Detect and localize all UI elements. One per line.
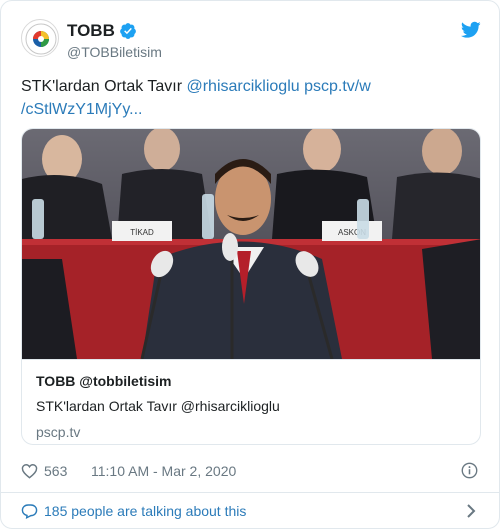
avatar[interactable] xyxy=(21,19,59,57)
author-info[interactable]: TOBB @TOBBiletisim xyxy=(67,21,162,60)
verified-badge-icon xyxy=(119,23,136,39)
url-link-part1[interactable]: pscp.tv/w xyxy=(304,78,371,95)
heart-icon[interactable] xyxy=(21,463,38,479)
card-body[interactable]: TOBB @tobbiletisim STK'lardan Ortak Tavı… xyxy=(22,359,480,444)
twitter-bird-icon[interactable] xyxy=(461,21,481,39)
card-media-image[interactable]: TİKAD ASKON xyxy=(22,129,480,359)
talking-count-text[interactable]: 185 people are talking about this xyxy=(44,503,246,519)
comment-icon xyxy=(21,504,38,519)
card-description: STK'lardan Ortak Tavır @rhisarciklioglu xyxy=(36,398,280,414)
tweet-header: TOBB @TOBBiletisim xyxy=(21,17,481,65)
tweet-text: STK'lardan Ortak Tavır @rhisarciklioglu … xyxy=(21,75,481,121)
mention-link[interactable]: @rhisarciklioglu xyxy=(186,78,299,95)
handle[interactable]: @TOBBiletisim xyxy=(67,44,162,60)
info-icon[interactable] xyxy=(461,462,478,479)
url-link-part2[interactable]: /cStlWzY1MjYy... xyxy=(21,101,143,118)
embedded-tweet: TOBB @TOBBiletisim STK'lardan Ortak Tavı… xyxy=(0,0,500,529)
link-card[interactable]: TİKAD ASKON TOBB @tobbiletisim STK'larda… xyxy=(21,128,481,445)
card-title: TOBB @tobbiletisim xyxy=(36,373,172,389)
divider xyxy=(1,492,499,493)
chevron-right-icon[interactable] xyxy=(466,503,476,519)
display-name[interactable]: TOBB xyxy=(67,21,115,41)
tweet-meta: 563 11:10 AM - Mar 2, 2020 xyxy=(21,460,481,482)
timestamp[interactable]: 11:10 AM - Mar 2, 2020 xyxy=(91,463,236,479)
tweet-text-plain: STK'lardan Ortak Tavır xyxy=(21,78,187,95)
nameplate-tikad: TİKAD xyxy=(130,228,154,237)
card-domain: pscp.tv xyxy=(36,424,81,440)
conversation-link[interactable]: 185 people are talking about this xyxy=(21,500,481,524)
like-count[interactable]: 563 xyxy=(44,463,67,479)
